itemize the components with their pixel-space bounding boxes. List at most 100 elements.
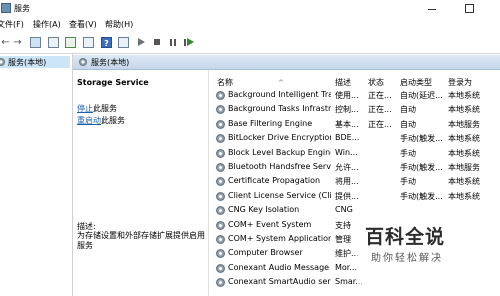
service-gear-icon [216, 191, 225, 201]
restart-link-suffix: 此服务 [101, 116, 125, 125]
services-app-icon [1, 3, 11, 13]
description-text: 为存储设置和外部存储扩展提供启用服务 [77, 231, 205, 250]
cell-logon-as: 本地服务 [448, 163, 480, 172]
cell-description: 提供... [335, 191, 359, 201]
table-row[interactable]: Certificate Propagation 将用... 手动 本地系统 [209, 174, 500, 188]
content-header: 服务(本地) [73, 55, 500, 70]
service-gear-icon [216, 163, 225, 172]
column-header-name[interactable]: 名称 ^ [217, 77, 284, 88]
cell-name: Background Tasks Infrastru... [228, 104, 331, 114]
table-row[interactable]: BitLocker Drive Encryption ... BDE... 手动(触… [209, 131, 500, 145]
service-gear-icon [216, 278, 225, 288]
service-gear-icon [216, 263, 225, 273]
watermark-main-text: 百科全说 [365, 226, 446, 248]
cell-description: 将用... [335, 177, 359, 187]
table-row[interactable]: Base Filtering Engine 基本... 正在... 自动 本地服务 [209, 117, 500, 131]
start-service-icon[interactable] [136, 37, 147, 48]
refresh-icon[interactable] [65, 37, 76, 48]
table-row[interactable]: CNG Key Isolation CNG [209, 203, 500, 217]
cell-description: 允许... [335, 163, 359, 172]
tree-item-services-local[interactable]: 服务(本地) [0, 56, 70, 68]
menu-help[interactable]: 帮助(H) [105, 19, 133, 30]
column-header-startup-type[interactable]: 启动类型 [400, 77, 432, 88]
cell-name: COM+ Event System [228, 219, 312, 229]
service-gear-icon [216, 148, 225, 158]
column-header-name-label: 名称 [217, 78, 233, 87]
cell-name: Conexant SmartAudio servi... [228, 277, 331, 287]
cell-name: Background Intelligent Tra... [228, 90, 331, 99]
gear-icon [79, 58, 87, 66]
maximize-button[interactable] [462, 1, 476, 15]
watermark: 百科全说 助你轻松解决 [357, 222, 500, 296]
cell-logon-as: 本地系统 [448, 91, 480, 100]
cell-name: Block Level Backup Engine ... [228, 147, 331, 157]
sort-arrow-icon: ^ [278, 79, 284, 87]
menu-view[interactable]: 查看(V) [69, 19, 97, 30]
cell-description: CNG [335, 205, 353, 215]
window-title: 服务 [14, 4, 30, 13]
selected-service-name: Storage Service [77, 78, 149, 87]
minimize-button[interactable] [425, 1, 439, 15]
cell-logon-as: 本地系统 [448, 191, 480, 201]
stop-service-icon[interactable] [152, 37, 163, 48]
stop-link-row: 停止此服务 [77, 103, 117, 114]
service-gear-icon [216, 206, 225, 216]
cell-status: 正在... [368, 91, 392, 100]
cell-name: Base Filtering Engine [228, 118, 313, 128]
cell-name: Conexant Audio Message ... [228, 262, 331, 272]
cell-name: COM+ System Application [228, 234, 331, 243]
cell-name: Client License Service (Clip... [228, 190, 331, 200]
stop-service-link[interactable]: 停止 [77, 104, 93, 113]
restart-service-link[interactable]: 重启动 [77, 116, 101, 125]
service-gear-icon [216, 134, 225, 144]
cell-description: Win... [335, 147, 358, 157]
cell-name: CNG Key Isolation [228, 205, 300, 215]
cell-description: 使用... [335, 91, 359, 100]
gear-icon [0, 58, 5, 66]
console-tree: 服务(本地) [0, 54, 73, 296]
cell-status: 正在... [368, 119, 392, 129]
cell-startup-type: 手动 [400, 177, 416, 187]
pause-service-icon[interactable] [168, 37, 179, 48]
help-icon[interactable]: ? [101, 37, 112, 48]
cell-logon-as: 本地系统 [448, 148, 480, 158]
content-header-label: 服务(本地) [91, 58, 130, 67]
watermark-sub-text: 助你轻松解决 [371, 253, 443, 264]
table-row[interactable]: Bluetooth Handsfree Service 允许... 手动(触发...… [209, 160, 500, 174]
forward-arrow-icon[interactable]: → [12, 37, 23, 48]
table-row[interactable]: Client License Service (Clip... 提供... 手动(触… [209, 189, 500, 203]
cell-name: BitLocker Drive Encryption ... [228, 133, 331, 143]
tree-item-label: 服务(本地) [8, 58, 47, 67]
column-header-description[interactable]: 描述 [335, 77, 351, 88]
cell-logon-as: 本地系统 [448, 177, 480, 187]
cell-logon-as: 本地服务 [448, 119, 480, 129]
back-arrow-icon[interactable]: ← [0, 37, 11, 48]
service-gear-icon [216, 249, 225, 259]
cell-description: 基本... [335, 119, 359, 129]
column-header-status[interactable]: 状态 [368, 77, 384, 88]
table-row[interactable]: Background Intelligent Tra... 使用... 正在... 自… [209, 88, 500, 102]
column-header-logon-as[interactable]: 登录为 [448, 77, 472, 88]
properties-icon[interactable] [48, 37, 59, 48]
menu-file[interactable]: 文件(F) [0, 19, 24, 30]
stop-link-suffix: 此服务 [93, 104, 117, 113]
cell-startup-type: 手动(触发... [400, 134, 443, 144]
console-tree-icon[interactable] [30, 37, 41, 48]
description-pane-icon[interactable] [118, 37, 129, 48]
cell-startup-type: 手动 [400, 148, 416, 158]
service-gear-icon [216, 105, 225, 115]
table-row[interactable]: Background Tasks Infrastru... 控制... 正在... 自… [209, 102, 500, 116]
service-gear-icon [216, 91, 225, 100]
cell-status: 正在... [368, 105, 392, 115]
cell-startup-type: 手动(触发... [400, 191, 443, 201]
restart-service-icon[interactable] [184, 37, 195, 48]
table-row[interactable]: Block Level Backup Engine ... Win... 手动 本地系… [209, 146, 500, 160]
cell-logon-as: 本地系统 [448, 105, 480, 115]
cell-startup-type: 自动 [400, 119, 416, 129]
cell-startup-type: 自动 [400, 105, 416, 115]
menu-action[interactable]: 操作(A) [33, 19, 61, 30]
service-gear-icon [216, 119, 225, 129]
cell-logon-as: 本地系统 [448, 134, 480, 144]
export-list-icon[interactable] [83, 37, 94, 48]
service-gear-icon [216, 220, 225, 230]
